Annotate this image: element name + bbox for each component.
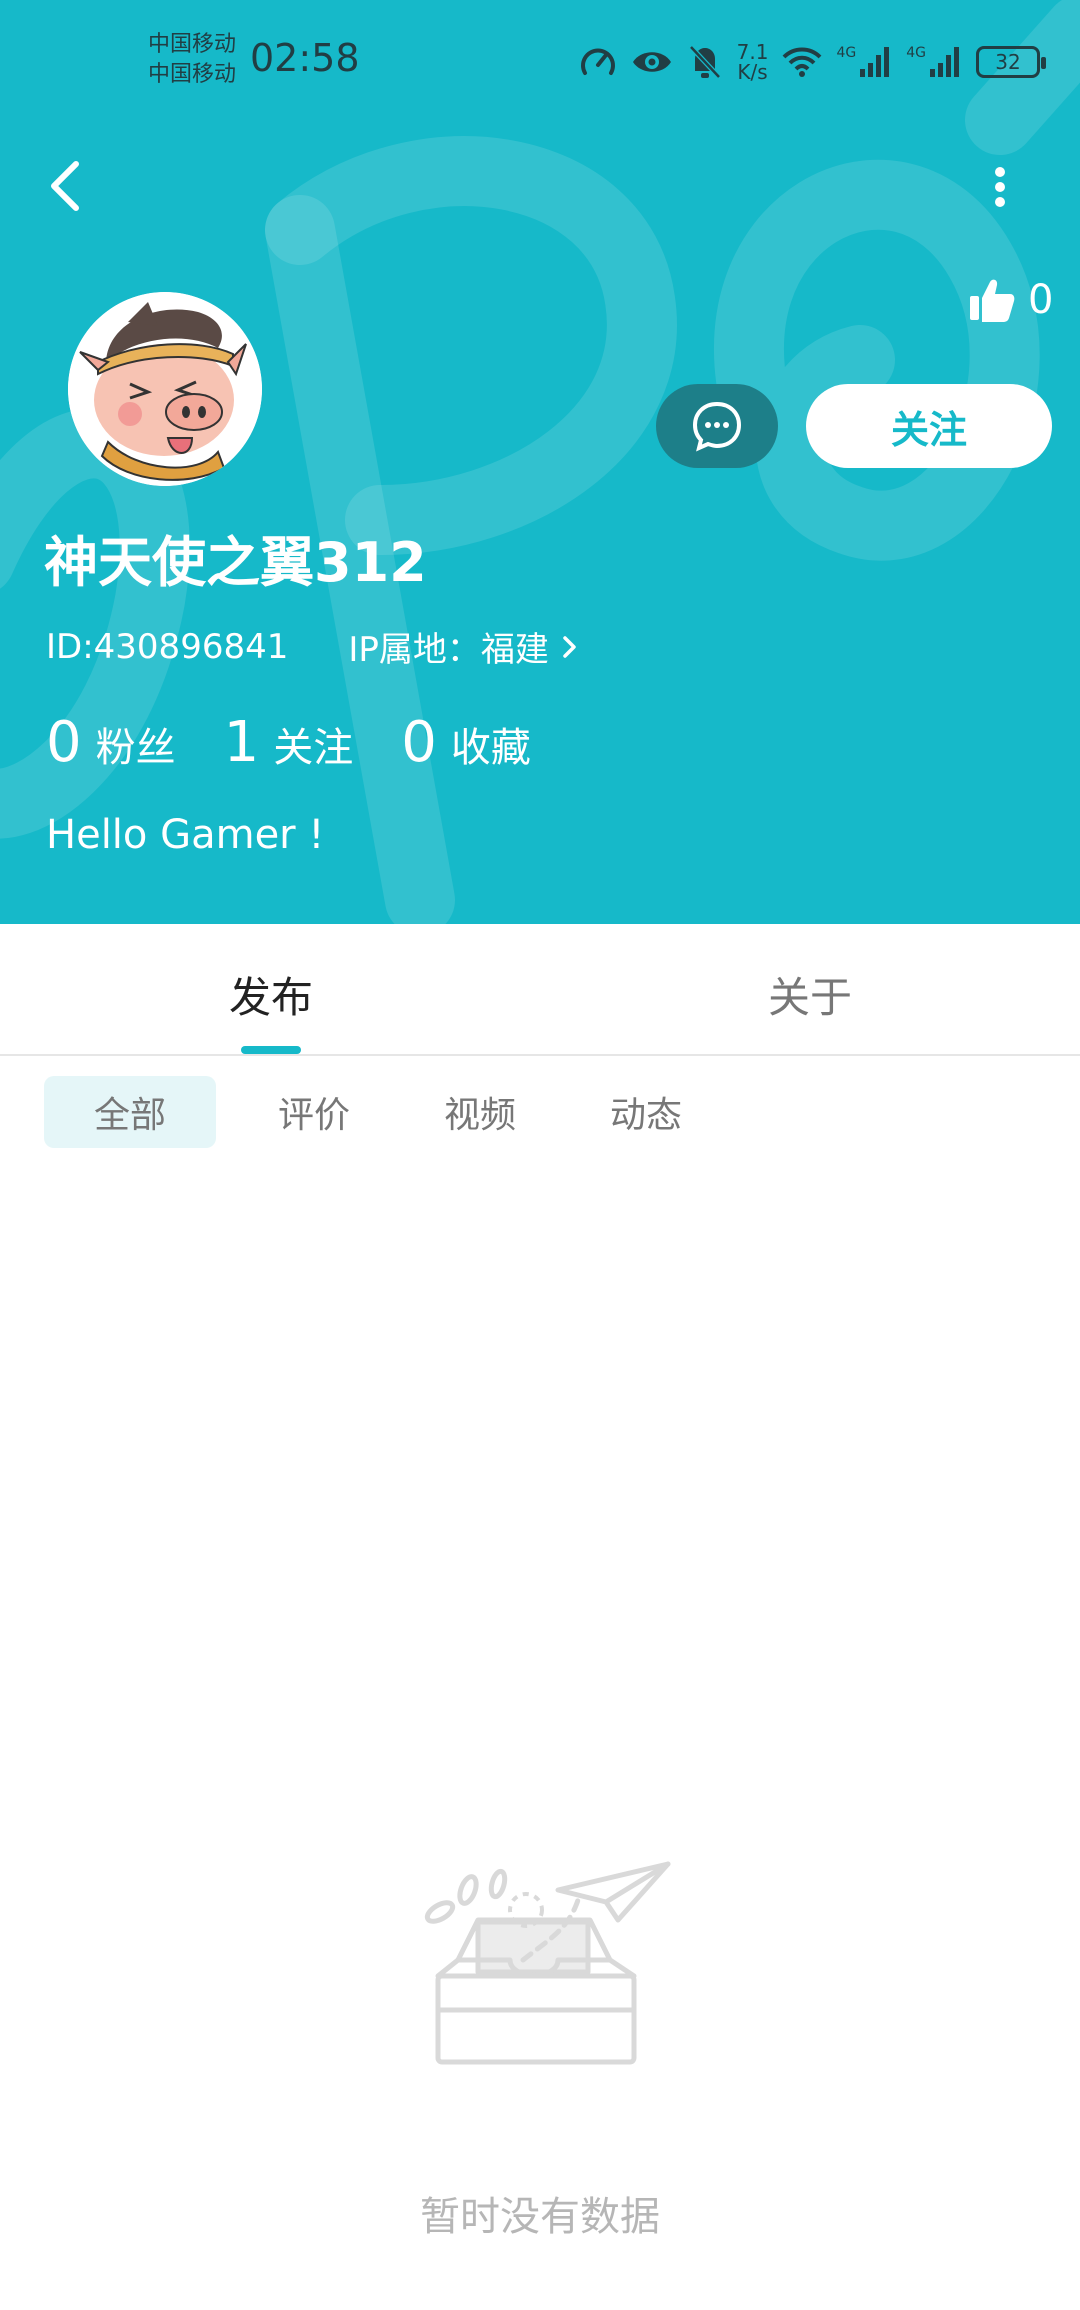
like-button[interactable]: 0: [968, 272, 1053, 328]
speedometer-icon: [580, 48, 615, 75]
battery-indicator: 32: [976, 46, 1046, 78]
stat-following[interactable]: 1 关注: [224, 710, 354, 775]
net-speed-value: 7.1: [736, 40, 769, 64]
network-type-2: 4G: [906, 45, 926, 61]
chat-bubble-icon: [692, 401, 742, 452]
network-type-1: 4G: [836, 45, 857, 61]
user-id: ID:430896841: [46, 626, 289, 667]
signal-strength-2: 4G: [906, 45, 962, 79]
filter-posts[interactable]: 动态: [578, 1076, 714, 1148]
signal-strength-1: 4G: [836, 45, 892, 79]
chevron-left-icon: [51, 161, 79, 211]
net-speed: 7.1 K/s: [737, 42, 769, 82]
following-count: 1: [223, 710, 260, 775]
fans-label: 粉丝: [95, 725, 176, 771]
eye-icon: [632, 52, 671, 72]
filter-all[interactable]: 全部: [44, 1076, 216, 1148]
signal-icon: [930, 47, 959, 77]
tab-about[interactable]: 关于: [768, 964, 852, 1025]
fans-count: 0: [46, 710, 82, 775]
stat-favorites[interactable]: 0 收藏: [401, 710, 531, 775]
wifi-icon: [783, 47, 822, 77]
status-icons: 7.1 K/s 4G 4G 32: [579, 38, 1046, 86]
favorites-count: 0: [401, 710, 437, 775]
pig-avatar-image: [68, 292, 262, 486]
more-vertical-icon: [995, 167, 1005, 207]
carrier-2: 中国移动: [148, 62, 237, 87]
empty-state-text: 暂时没有数据: [420, 2194, 660, 2240]
active-tab-indicator: [241, 1046, 301, 1054]
status-bar: 中国移动 中国移动 02:58 7.1 K/s 4G 4G 32: [0, 0, 1080, 126]
status-time: 02:58: [250, 36, 360, 80]
battery-level: 32: [995, 50, 1021, 74]
id-row: ID:430896841 IP属地：福建: [46, 622, 583, 671]
avatar[interactable]: [68, 292, 262, 486]
stat-fans[interactable]: 0 粉丝: [46, 710, 176, 775]
filter-chips: 全部 评价 视频 动态: [44, 1076, 714, 1148]
follow-button[interactable]: 关注: [806, 384, 1052, 468]
empty-inbox-icon: [424, 1861, 671, 2065]
favorites-label: 收藏: [450, 725, 531, 771]
signal-icon: [860, 47, 890, 77]
username: 神天使之翼312: [44, 531, 427, 594]
bell-muted-icon: [688, 45, 721, 79]
thumbs-up-icon: [970, 279, 1015, 322]
filter-reviews[interactable]: 评价: [246, 1076, 382, 1148]
more-options-button[interactable]: [980, 150, 1020, 222]
profile-header: 中国移动 中国移动 02:58 7.1 K/s 4G 4G 32 0 关注 神天…: [0, 0, 1080, 924]
tab-publish[interactable]: 发布: [229, 964, 313, 1025]
content-tabs: 发布 关于: [0, 924, 1080, 1056]
following-label: 关注: [273, 725, 354, 771]
carrier-label: 中国移动 中国移动: [148, 30, 236, 90]
ip-location: IP属地：福建: [348, 630, 549, 670]
user-bio: Hello Gamer !: [46, 812, 325, 858]
ip-location-link[interactable]: IP属地：福建: [348, 622, 583, 671]
net-speed-unit: K/s: [737, 60, 768, 84]
message-button[interactable]: [656, 384, 778, 468]
like-count: 0: [1028, 277, 1054, 323]
chevron-right-icon: [563, 635, 576, 658]
back-button[interactable]: [40, 150, 96, 222]
carrier-1: 中国移动: [148, 32, 237, 57]
stats-row: 0 粉丝 1 关注 0 收藏: [46, 710, 579, 775]
filter-videos[interactable]: 视频: [412, 1076, 548, 1148]
